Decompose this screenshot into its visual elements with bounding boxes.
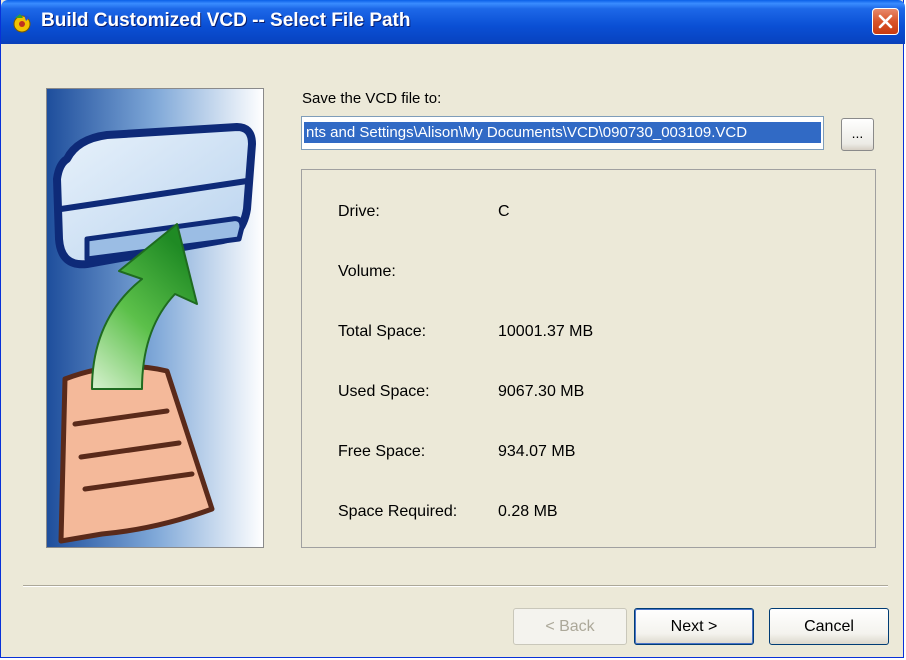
used-space-label: Used Space:	[338, 383, 430, 400]
close-button[interactable]	[872, 8, 899, 35]
title-bar[interactable]: Build Customized VCD -- Select File Path	[1, 0, 905, 44]
back-button[interactable]: < Back	[513, 608, 627, 645]
close-icon	[878, 14, 893, 29]
space-required-label: Space Required:	[338, 503, 458, 520]
total-space-label: Total Space:	[338, 323, 427, 340]
wizard-illustration	[46, 88, 264, 548]
dialog-window: Build Customized VCD -- Select File Path	[0, 0, 905, 658]
space-required-value: 0.28 MB	[498, 503, 558, 520]
drive-value: C	[498, 203, 510, 220]
drive-label: Drive:	[338, 203, 380, 220]
file-path-input[interactable]: nts and Settings\Alison\My Documents\VCD…	[301, 116, 824, 150]
app-icon	[13, 14, 31, 33]
drive-info-panel: Drive: C Volume: Total Space: 10001.37 M…	[301, 169, 876, 548]
total-space-value: 10001.37 MB	[498, 323, 594, 340]
cancel-button[interactable]: Cancel	[769, 608, 889, 645]
free-space-label: Free Space:	[338, 443, 426, 460]
used-space-value: 9067.30 MB	[498, 383, 585, 400]
save-location-label: Save the VCD file to:	[302, 90, 442, 107]
next-button[interactable]: Next >	[634, 608, 754, 645]
browse-button[interactable]: ...	[841, 118, 874, 151]
file-path-value: nts and Settings\Alison\My Documents\VCD…	[304, 122, 821, 143]
free-space-value: 934.07 MB	[498, 443, 576, 460]
window-title: Build Customized VCD -- Select File Path	[41, 10, 411, 31]
footer-separator	[23, 585, 888, 587]
volume-label: Volume:	[338, 263, 396, 280]
